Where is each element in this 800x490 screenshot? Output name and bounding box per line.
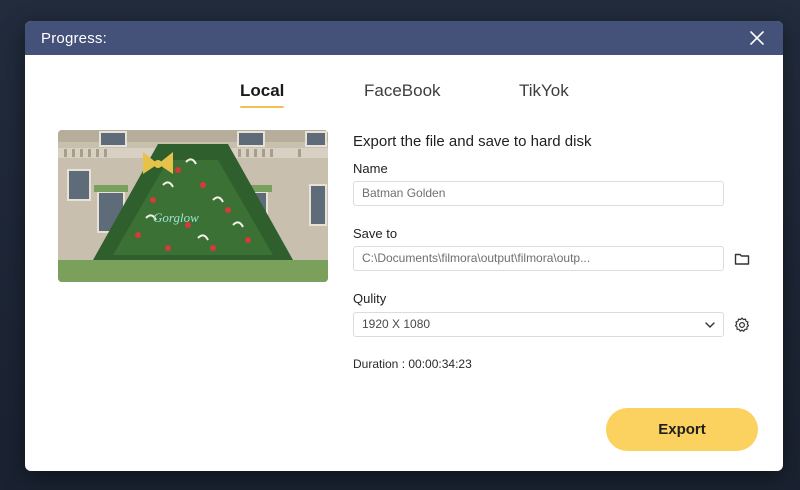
export-dialog: Progress: Local FaceBook TikYok Gorglow … xyxy=(25,21,783,471)
browse-folder-button[interactable] xyxy=(733,250,751,268)
duration-text: Duration : 00:00:34:23 xyxy=(353,357,472,371)
tab-local[interactable]: Local xyxy=(240,81,285,108)
tab-facebook[interactable]: FaceBook xyxy=(364,81,441,101)
export-button[interactable]: Export xyxy=(606,408,758,451)
gear-icon xyxy=(734,317,750,332)
quality-select-value: 1920 X 1080 xyxy=(362,317,431,331)
name-field[interactable]: Batman Golden xyxy=(353,181,724,206)
save-to-field[interactable]: C:\Documents\filmora\output\filmora\outp… xyxy=(353,246,724,271)
thumbnail-image: Gorglow xyxy=(58,130,328,282)
quality-settings-button[interactable] xyxy=(733,316,751,334)
close-button[interactable] xyxy=(747,28,767,48)
dialog-title: Progress: xyxy=(41,29,107,47)
save-to-label: Save to xyxy=(353,226,398,241)
dialog-titlebar: Progress: xyxy=(25,21,783,55)
name-label: Name xyxy=(353,161,388,176)
export-tabs: Local FaceBook TikYok xyxy=(25,81,783,111)
quality-label: Qulity xyxy=(353,291,387,306)
quality-select[interactable]: 1920 X 1080 xyxy=(353,312,724,337)
form-heading: Export the file and save to hard disk xyxy=(353,133,592,150)
close-icon xyxy=(750,31,764,45)
chevron-down-icon xyxy=(705,321,715,328)
tab-tikyok[interactable]: TikYok xyxy=(519,81,569,101)
video-thumbnail: Gorglow xyxy=(58,130,328,282)
folder-icon xyxy=(734,253,750,265)
svg-text:Gorglow: Gorglow xyxy=(153,210,199,225)
